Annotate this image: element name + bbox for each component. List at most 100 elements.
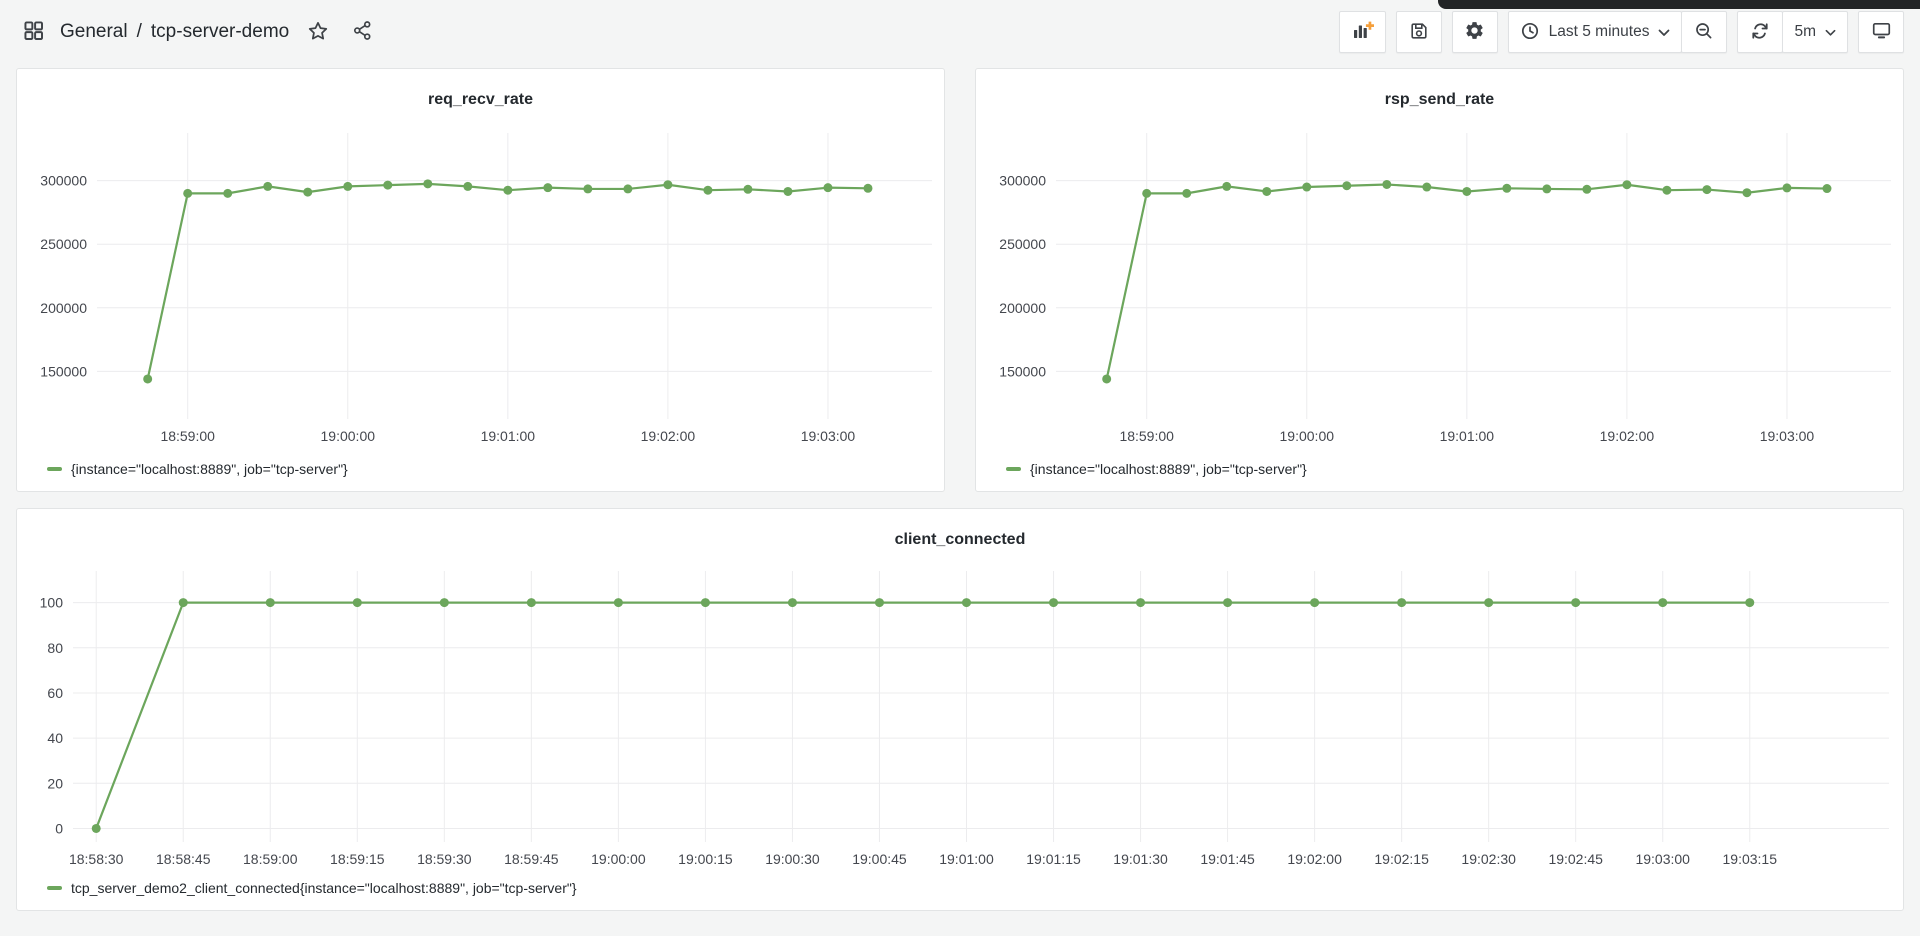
- legend-swatch: [1006, 467, 1021, 472]
- dashboard-grid: req_recv_rate 18:59:00 19:00:00 19:01:00 19…: [16, 68, 1904, 911]
- chevron-down-icon: [1658, 25, 1670, 40]
- refresh-interval-label: 5m: [1794, 23, 1816, 41]
- svg-text:250000: 250000: [999, 236, 1046, 252]
- svg-text:19:00:45: 19:00:45: [852, 851, 907, 867]
- svg-text:19:02:15: 19:02:15: [1374, 851, 1429, 867]
- save-icon: [1409, 21, 1429, 44]
- breadcrumb-folder[interactable]: General: [60, 21, 128, 43]
- svg-text:18:59:30: 18:59:30: [417, 851, 472, 867]
- svg-text:19:01:30: 19:01:30: [1113, 851, 1168, 867]
- svg-text:200000: 200000: [40, 300, 87, 316]
- save-dashboard-button[interactable]: [1396, 11, 1442, 53]
- svg-text:80: 80: [47, 640, 63, 656]
- svg-text:18:59:15: 18:59:15: [330, 851, 385, 867]
- legend-label: {instance="localhost:8889", job="tcp-ser…: [1030, 461, 1307, 477]
- dashboards-grid-button[interactable]: [16, 15, 50, 49]
- share-button[interactable]: [345, 15, 379, 49]
- panel-title[interactable]: rsp_send_rate: [976, 69, 1903, 117]
- time-range-group: Last 5 minutes: [1508, 11, 1728, 53]
- add-panel-button[interactable]: [1339, 11, 1386, 53]
- panel-row-1: req_recv_rate 18:59:00 19:00:00 19:01:00 19…: [16, 68, 1904, 492]
- legend-label: tcp_server_demo2_client_connected{instan…: [71, 880, 577, 896]
- client-connected-chart[interactable]: 18:58:30 18:58:45 18:59:00 18:59:15 18:59:30…: [17, 557, 1903, 872]
- refresh-button[interactable]: [1737, 11, 1783, 53]
- svg-text:40: 40: [47, 730, 63, 746]
- rsp-send-rate-chart[interactable]: 18:59:00 19:00:00 19:01:00 19:02:00 19:03:00…: [976, 117, 1903, 453]
- share-icon: [352, 20, 373, 44]
- monitor-icon: [1871, 20, 1892, 44]
- svg-text:18:59:00: 18:59:00: [1119, 428, 1174, 444]
- refresh-group: 5m: [1737, 11, 1848, 53]
- breadcrumb-separator: /: [137, 21, 142, 43]
- svg-text:150000: 150000: [999, 363, 1046, 379]
- apps-grid-icon: [22, 19, 45, 45]
- svg-text:19:00:00: 19:00:00: [591, 851, 646, 867]
- svg-text:19:00:30: 19:00:30: [765, 851, 820, 867]
- panel-req-recv-rate: req_recv_rate 18:59:00 19:00:00 19:01:00 19…: [16, 68, 945, 492]
- bar-chart-plus-icon: [1351, 20, 1374, 44]
- svg-text:18:59:00: 18:59:00: [160, 428, 215, 444]
- svg-text:19:03:00: 19:03:00: [801, 428, 856, 444]
- svg-text:300000: 300000: [999, 173, 1046, 189]
- svg-text:19:01:00: 19:01:00: [1440, 428, 1495, 444]
- svg-text:100: 100: [40, 595, 64, 611]
- panel-title[interactable]: client_connected: [17, 509, 1903, 557]
- dashboard-settings-button[interactable]: [1452, 11, 1498, 53]
- svg-text:19:01:15: 19:01:15: [1026, 851, 1081, 867]
- svg-text:19:00:00: 19:00:00: [1280, 428, 1335, 444]
- zoom-out-time-button[interactable]: [1681, 11, 1727, 53]
- req-recv-rate-chart[interactable]: 18:59:00 19:00:00 19:01:00 19:02:00 19:03:00…: [17, 117, 944, 453]
- svg-text:19:03:00: 19:03:00: [1635, 851, 1690, 867]
- svg-text:19:03:00: 19:03:00: [1760, 428, 1815, 444]
- panel-row-2: client_connected 18:58:30 18:58:45 18:59:0…: [16, 508, 1904, 911]
- panel-client-connected: client_connected 18:58:30 18:58:45 18:59:0…: [16, 508, 1904, 911]
- svg-text:300000: 300000: [40, 173, 87, 189]
- svg-text:19:01:00: 19:01:00: [481, 428, 536, 444]
- legend-item[interactable]: {instance="localhost:8889", job="tcp-ser…: [976, 453, 1903, 491]
- legend-swatch: [47, 467, 62, 472]
- breadcrumb-dashboard-title[interactable]: tcp-server-demo: [151, 21, 289, 43]
- panel-rsp-send-rate: rsp_send_rate 18:59:00 19:00:00 19:01:00 19…: [975, 68, 1904, 492]
- svg-text:19:00:00: 19:00:00: [321, 428, 376, 444]
- time-range-label: Last 5 minutes: [1549, 23, 1650, 41]
- svg-text:250000: 250000: [40, 236, 87, 252]
- legend-item[interactable]: {instance="localhost:8889", job="tcp-ser…: [17, 453, 944, 491]
- svg-text:20: 20: [47, 775, 63, 791]
- svg-text:19:01:45: 19:01:45: [1200, 851, 1255, 867]
- svg-text:18:59:00: 18:59:00: [243, 851, 298, 867]
- time-range-picker-button[interactable]: Last 5 minutes: [1508, 11, 1683, 53]
- refresh-interval-dropdown[interactable]: 5m: [1782, 11, 1848, 53]
- chevron-down-icon: [1825, 25, 1836, 40]
- top-right-dark-bar: [1438, 0, 1920, 9]
- refresh-icon: [1750, 21, 1770, 44]
- gear-icon: [1464, 20, 1485, 44]
- svg-text:18:58:30: 18:58:30: [69, 851, 124, 867]
- svg-text:19:03:15: 19:03:15: [1723, 851, 1778, 867]
- svg-text:19:02:00: 19:02:00: [641, 428, 696, 444]
- panel-title[interactable]: req_recv_rate: [17, 69, 944, 117]
- svg-text:150000: 150000: [40, 363, 87, 379]
- breadcrumb: General / tcp-server-demo: [60, 21, 289, 43]
- kiosk-mode-button[interactable]: [1858, 11, 1904, 53]
- svg-text:60: 60: [47, 685, 63, 701]
- dashboard-toolbar: Last 5 minutes: [1339, 11, 1904, 53]
- svg-text:0: 0: [55, 820, 63, 836]
- svg-text:19:02:00: 19:02:00: [1287, 851, 1342, 867]
- svg-text:19:02:30: 19:02:30: [1461, 851, 1516, 867]
- clock-icon: [1520, 21, 1540, 44]
- svg-text:18:59:45: 18:59:45: [504, 851, 559, 867]
- svg-text:18:58:45: 18:58:45: [156, 851, 211, 867]
- star-icon: [307, 20, 329, 45]
- svg-text:19:01:00: 19:01:00: [939, 851, 994, 867]
- legend-item[interactable]: tcp_server_demo2_client_connected{instan…: [17, 872, 1903, 910]
- dashboard-topbar: General / tcp-server-demo: [0, 0, 1920, 64]
- legend-label: {instance="localhost:8889", job="tcp-ser…: [71, 461, 348, 477]
- svg-text:19:02:45: 19:02:45: [1548, 851, 1603, 867]
- favorite-button[interactable]: [301, 15, 335, 49]
- legend-swatch: [47, 886, 62, 891]
- magnifier-minus-icon: [1694, 21, 1714, 44]
- svg-text:19:02:00: 19:02:00: [1600, 428, 1655, 444]
- breadcrumb-area: General / tcp-server-demo: [16, 15, 379, 49]
- svg-text:19:00:15: 19:00:15: [678, 851, 733, 867]
- svg-text:200000: 200000: [999, 300, 1046, 316]
